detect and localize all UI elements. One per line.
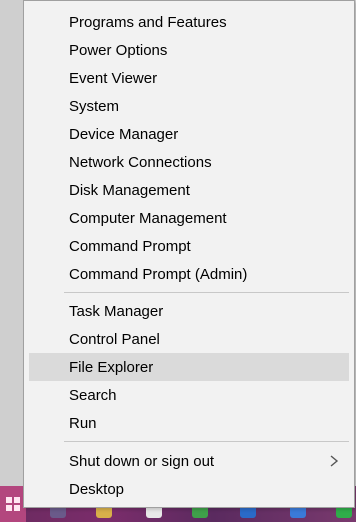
menu-item-desktop[interactable]: Desktop [29,475,349,503]
menu-item-label: Event Viewer [69,69,158,87]
menu-item-label: Disk Management [69,181,190,199]
menu-item-power-options[interactable]: Power Options [29,36,349,64]
chevron-right-icon [330,455,339,467]
menu-item-command-prompt-admin[interactable]: Command Prompt (Admin) [29,260,349,288]
menu-item-label: Power Options [69,41,168,59]
menu-item-label: Desktop [69,480,125,498]
menu-item-label: Programs and Features [69,13,227,31]
menu-item-event-viewer[interactable]: Event Viewer [29,64,349,92]
menu-item-run[interactable]: Run [29,409,349,437]
menu-item-label: Shut down or sign out [69,452,215,470]
menu-item-label: Run [69,414,97,432]
menu-item-control-panel[interactable]: Control Panel [29,325,349,353]
menu-item-network-connections[interactable]: Network Connections [29,148,349,176]
menu-item-label: Command Prompt (Admin) [69,265,248,283]
menu-item-label: System [69,97,120,115]
menu-item-file-explorer[interactable]: File Explorer [29,353,349,381]
menu-item-label: Control Panel [69,330,160,348]
menu-item-disk-management[interactable]: Disk Management [29,176,349,204]
menu-item-label: Network Connections [69,153,212,171]
menu-separator [64,441,349,442]
quick-link-menu: Programs and Features Power Options Even… [23,0,355,508]
menu-item-system[interactable]: System [29,92,349,120]
menu-item-device-manager[interactable]: Device Manager [29,120,349,148]
menu-item-programs-and-features[interactable]: Programs and Features [29,8,349,36]
menu-item-shut-down-or-sign-out[interactable]: Shut down or sign out [29,447,349,475]
menu-item-label: File Explorer [69,358,154,376]
menu-separator [64,292,349,293]
menu-item-search[interactable]: Search [29,381,349,409]
menu-item-computer-management[interactable]: Computer Management [29,204,349,232]
menu-item-label: Search [69,386,117,404]
menu-item-command-prompt[interactable]: Command Prompt [29,232,349,260]
menu-item-label: Task Manager [69,302,164,320]
windows-logo-icon [6,497,20,511]
menu-item-label: Computer Management [69,209,227,227]
menu-item-task-manager[interactable]: Task Manager [29,297,349,325]
menu-item-label: Device Manager [69,125,179,143]
menu-item-label: Command Prompt [69,237,191,255]
